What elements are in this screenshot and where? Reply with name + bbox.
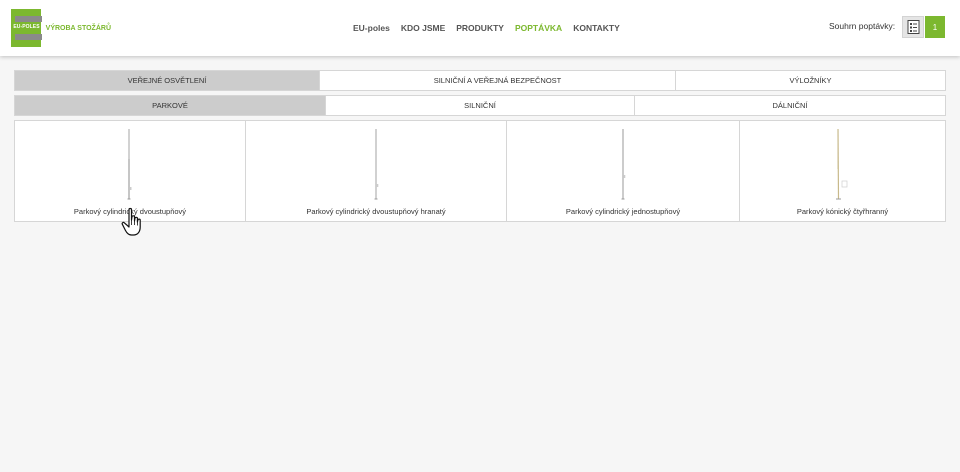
pole-image	[374, 129, 379, 200]
product-card[interactable]: Parkový cylindrický dvoustupňový	[15, 121, 245, 221]
inquiry-list-button[interactable]	[902, 16, 924, 38]
nav-eu-poles[interactable]: EU-poles	[353, 23, 390, 33]
logo-mark: EU-POLES	[11, 9, 42, 47]
product-card[interactable]: Parkový cylindrický jednostupňový	[506, 121, 739, 221]
site-logo[interactable]: EU-POLES VÝROBA STOŽÁRŮ	[11, 9, 111, 47]
product-name: Parkový cylindrický dvoustupňový hranatý	[306, 207, 446, 216]
pole-image	[836, 129, 848, 200]
logo-text: EU-POLES	[13, 24, 40, 30]
tab-silnicni-a-verejna-bezpecnost[interactable]: SILNIČNÍ A VEŘEJNÁ BEZPEČNOST	[319, 71, 675, 90]
nav-poptavka[interactable]: POPTÁVKA	[515, 23, 562, 33]
tab-vyloezniky[interactable]: VÝLOŽNÍKY	[675, 71, 945, 90]
logo-bar-bottom	[15, 34, 42, 40]
logo-tagline: VÝROBA STOŽÁRŮ	[45, 24, 111, 32]
product-card[interactable]: Parkový kónický čtyřhranný	[739, 121, 945, 221]
product-card[interactable]: Parkový cylindrický dvoustupňový hranatý	[245, 121, 506, 221]
nav-produkty[interactable]: PRODUKTY	[456, 23, 504, 33]
nav-kdo-jsme[interactable]: KDO JSME	[401, 23, 445, 33]
tab-dalnicni[interactable]: DÁLNIČNÍ	[634, 96, 945, 115]
category-tabs: VEŘEJNÉ OSVĚTLENÍ SILNIČNÍ A VEŘEJNÁ BEZ…	[14, 70, 946, 91]
tab-verejne-osvetleni[interactable]: VEŘEJNÉ OSVĚTLENÍ	[15, 71, 319, 90]
product-name: Parkový kónický čtyřhranný	[796, 207, 889, 216]
inquiry-list-icon	[907, 20, 919, 34]
main-nav: EU-poles KDO JSME PRODUKTY POPTÁVKA KONT…	[353, 23, 620, 33]
product-name: Parkový cylindrický jednostupňový	[565, 207, 681, 216]
subcategory-tabs: PARKOVÉ SILNIČNÍ DÁLNIČNÍ	[14, 95, 946, 116]
nav-kontakty[interactable]: KONTAKTY	[573, 23, 620, 33]
tab-silnicni[interactable]: SILNIČNÍ	[325, 96, 634, 115]
pole-image	[127, 129, 132, 200]
inquiry-summary-label: Souhrn poptávky:	[829, 21, 896, 31]
logo-bar-top	[15, 16, 42, 22]
tab-parkove[interactable]: PARKOVÉ	[15, 96, 325, 115]
site-header: EU-POLES VÝROBA STOŽÁRŮ EU-poles KDO JSM…	[0, 0, 960, 56]
pole-image	[621, 129, 626, 200]
inquiry-count-badge[interactable]: 1	[925, 16, 945, 38]
product-grid: Parkový cylindrický dvoustupňový Parkový…	[14, 120, 946, 222]
product-name: Parkový cylindrický dvoustupňový	[73, 207, 187, 216]
